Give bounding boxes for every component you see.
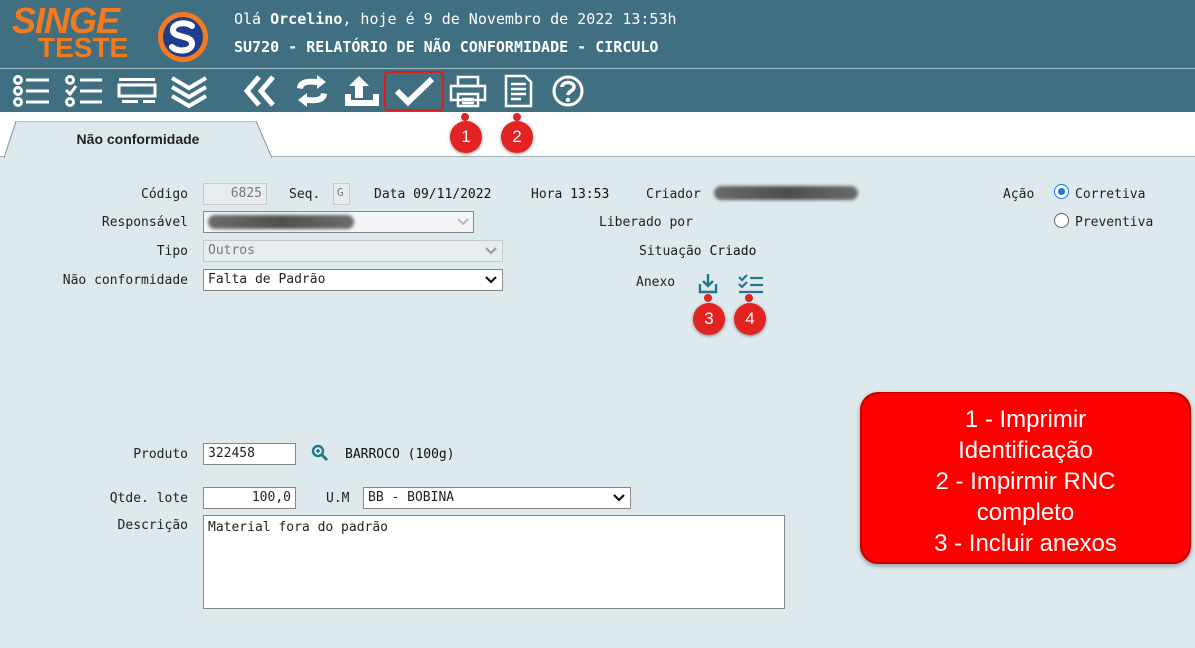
instructions-callout: 1 - Imprimir Identificação 2 - Impirmir … — [860, 392, 1191, 564]
badge-dot-1 — [461, 113, 469, 121]
printer-icon[interactable] — [446, 73, 490, 109]
attach-download-icon[interactable] — [697, 272, 719, 294]
callout-line-5: 3 - Incluir anexos — [934, 530, 1117, 557]
document-icon[interactable] — [496, 73, 540, 109]
produto-description: BARROCO (100g) — [345, 447, 455, 462]
tipo-label: Tipo — [156, 244, 188, 259]
badge-dot-3 — [704, 294, 712, 302]
badge-4: 4 — [734, 303, 766, 335]
badge-1: 1 — [450, 121, 482, 153]
qtde-field[interactable]: 100,0 — [203, 487, 296, 509]
criador-value-redacted — [714, 186, 858, 200]
upload-icon[interactable] — [340, 73, 384, 109]
seq-field: G — [333, 183, 350, 205]
responsavel-value-redacted — [208, 215, 354, 229]
produto-field[interactable]: 322458 — [203, 443, 296, 465]
checklist-icon[interactable] — [62, 73, 106, 109]
produto-label: Produto — [133, 447, 188, 462]
codigo-label: Código — [141, 187, 188, 202]
chevrons-down-icon[interactable] — [167, 73, 211, 109]
refresh-icon[interactable] — [290, 73, 334, 109]
descricao-label: Descrição — [117, 518, 188, 533]
codigo-field: 6825 — [203, 183, 267, 205]
radio-preventiva[interactable] — [1054, 213, 1069, 228]
chevron-down-icon — [457, 218, 469, 226]
descricao-textarea[interactable]: Material fora do padrão — [203, 515, 785, 609]
check-icon[interactable] — [384, 71, 444, 111]
user-name: Orcelino — [270, 10, 343, 28]
form-icon[interactable] — [115, 73, 159, 109]
criador-label: Criador — [646, 187, 701, 202]
badge-3: 3 — [693, 303, 725, 335]
data-value: 09/11/2022 — [413, 187, 492, 202]
anexo-label: Anexo — [636, 275, 676, 290]
um-select[interactable]: BB - BOBINA — [363, 487, 631, 509]
seq-label: Seq. — [289, 187, 321, 202]
logo-s-icon — [158, 12, 208, 62]
acao-label: Ação — [1003, 187, 1035, 202]
list-icon[interactable] — [10, 73, 54, 109]
badge-dot-4 — [745, 294, 753, 302]
logo-teste: TESTE — [38, 32, 129, 63]
responsavel-label: Responsável — [101, 215, 188, 230]
attach-list-icon[interactable] — [737, 273, 765, 295]
toolbar — [0, 68, 1195, 112]
double-chevron-left-icon[interactable] — [238, 73, 282, 109]
radio-preventiva-label: Preventiva — [1075, 215, 1154, 230]
chevron-down-icon — [485, 276, 497, 284]
nao-conformidade-select[interactable]: Falta de Padrão — [203, 269, 503, 291]
badge-dot-2 — [513, 113, 521, 121]
help-icon[interactable] — [546, 73, 590, 109]
app-header: SINGE TESTE Olá Orcelino, hoje é 9 de No… — [0, 0, 1195, 68]
radio-corretiva-label: Corretiva — [1075, 187, 1146, 202]
callout-line-4: completo — [976, 499, 1075, 526]
badge-2: 2 — [501, 121, 533, 153]
callout-line-2: Identificação — [958, 437, 1093, 464]
situacao-label: Situação Criado — [639, 244, 757, 259]
tab-label: Não conformidade — [76, 131, 200, 147]
nao-conformidade-label: Não conformidade — [62, 273, 188, 288]
hora-label: Hora 13:53 — [531, 187, 610, 202]
situacao-value: Criado — [709, 244, 757, 259]
liberado-label: Liberado por — [599, 215, 693, 230]
search-icon[interactable] — [311, 444, 329, 462]
greeting: Olá Orcelino, hoje é 9 de Novembro de 20… — [234, 10, 677, 28]
callout-line-3: 2 - Impirmir RNC — [935, 468, 1116, 495]
tab-nao-conformidade[interactable]: Não conformidade — [4, 121, 272, 159]
report-title: SU720 - RELATÓRIO DE NÃO CONFORMIDADE - … — [234, 38, 659, 56]
qtde-label: Qtde. lote — [109, 491, 188, 506]
tipo-select: Outros — [203, 240, 503, 262]
chevron-down-icon — [613, 494, 625, 502]
responsavel-select[interactable] — [203, 211, 474, 233]
chevron-down-icon — [485, 247, 497, 255]
um-label: U.M — [326, 491, 350, 506]
data-label: Data 09/11/2022 — [374, 187, 492, 202]
callout-line-1: 1 - Imprimir — [964, 406, 1087, 433]
hora-value: 13:53 — [570, 187, 610, 202]
radio-corretiva[interactable] — [1054, 184, 1069, 199]
